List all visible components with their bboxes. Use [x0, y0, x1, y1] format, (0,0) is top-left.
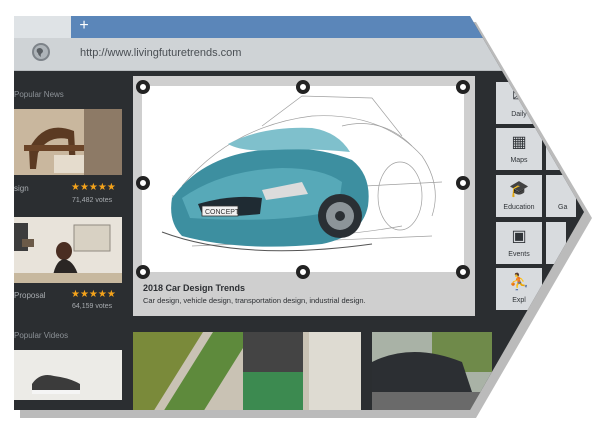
- resize-handle-top-left[interactable]: [136, 80, 150, 94]
- category-label: Daily: [511, 111, 527, 118]
- video-thumbnail-building[interactable]: [133, 332, 361, 410]
- category-tile-daily[interactable]: ✉ Daily: [496, 82, 542, 124]
- news-thumbnail-chair[interactable]: [14, 109, 122, 175]
- browser-tab[interactable]: [71, 16, 491, 38]
- vote-count: 71,482 votes: [72, 197, 113, 204]
- hexagon-frame: + http://www.livingfuturetrends.com Popu…: [14, 16, 584, 410]
- resize-handle-bottom-right[interactable]: [456, 265, 470, 279]
- hiker-icon: ⛹: [509, 274, 529, 291]
- star-rating: ★★★★★: [71, 289, 116, 300]
- resize-handle-top-center[interactable]: [296, 80, 310, 94]
- svg-text:CONCEPT: CONCEPT: [205, 209, 240, 216]
- news-thumbnail-office[interactable]: [14, 217, 122, 283]
- category-tile-maps[interactable]: ▦ Maps: [496, 128, 542, 170]
- category-label: Ga: [558, 204, 568, 211]
- category-tile-education[interactable]: 🎓 Education: [496, 175, 542, 217]
- resize-handle-bottom-center[interactable]: [296, 265, 310, 279]
- calendar-icon: ▣: [511, 228, 527, 245]
- category-label: Education: [503, 204, 535, 211]
- new-tab-button[interactable]: +: [76, 16, 92, 36]
- vote-count: 64,159 votes: [72, 303, 113, 310]
- resize-handle-bottom-left[interactable]: [136, 265, 150, 279]
- map-icon: ▦: [511, 134, 527, 151]
- featured-subtitle: Car design, vehicle design, transportati…: [143, 296, 366, 305]
- globe-icon: [32, 43, 50, 61]
- popular-videos-heading: Popular Videos: [14, 331, 69, 340]
- video-thumbnail-shoe[interactable]: [14, 350, 122, 400]
- news-caption[interactable]: sign: [14, 184, 29, 193]
- category-tile-events[interactable]: ▣ Events: [496, 222, 542, 264]
- graduation-cap-icon: 🎓: [509, 181, 529, 198]
- news-caption[interactable]: Proposal: [14, 291, 46, 300]
- star-rating: ★★★★★: [71, 182, 116, 193]
- resize-handle-middle-right[interactable]: [456, 176, 470, 190]
- category-label: Events: [508, 251, 530, 258]
- video-thumbnail-car[interactable]: [372, 332, 492, 410]
- resize-handle-middle-left[interactable]: [136, 176, 150, 190]
- featured-image[interactable]: CONCEPT: [142, 86, 464, 272]
- resize-handle-top-right[interactable]: [456, 80, 470, 94]
- category-label: Maps: [510, 157, 528, 164]
- category-tile-games[interactable]: Ga: [546, 175, 576, 217]
- popular-news-heading: Popular News: [14, 90, 64, 99]
- featured-title[interactable]: 2018 Car Design Trends: [143, 283, 245, 293]
- url-text[interactable]: http://www.livingfuturetrends.com: [80, 47, 241, 59]
